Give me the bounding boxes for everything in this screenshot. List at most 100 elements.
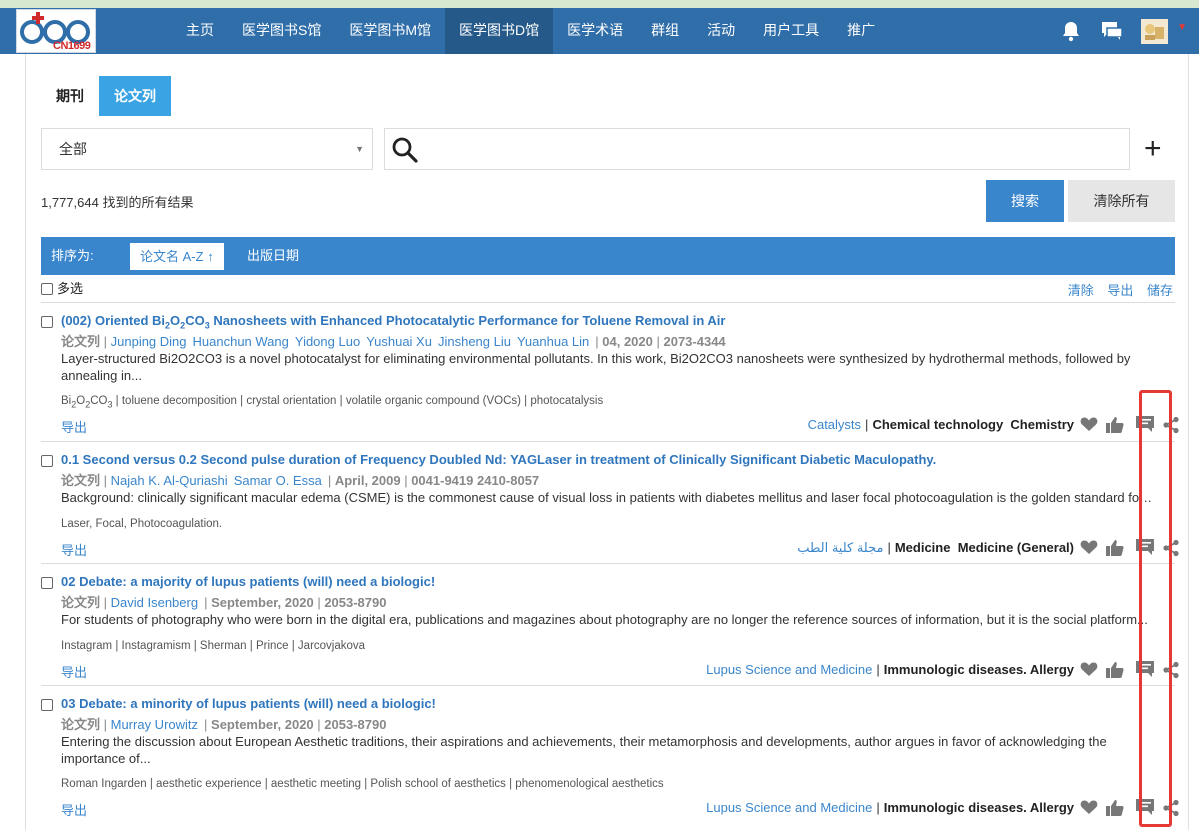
result-checkbox[interactable] (41, 699, 53, 711)
save-selection-link[interactable]: 储存 (1147, 283, 1173, 298)
subject-categories[interactable]: Immunologic diseases. Allergy (884, 800, 1074, 815)
journal-link[interactable]: مجلة كلية الطب (797, 540, 883, 555)
main-nav: 主页 医学图书S馆 医学图书M馆 医学图书D馆 医学术语 群组 活动 用户工具 推广 (172, 8, 889, 54)
like-icon[interactable] (1106, 539, 1124, 562)
author-link[interactable]: Yushuai Xu (366, 334, 432, 349)
like-icon[interactable] (1106, 416, 1124, 439)
result-title[interactable]: 0.1 Second versus 0.2 Second pulse durat… (61, 452, 936, 467)
result-type: 论文列 (61, 717, 101, 732)
sort-by-title-option[interactable]: 论文名 A-Z ↑ (130, 243, 224, 270)
sort-label: 排序为: (51, 248, 94, 263)
nav-item[interactable]: 医学图书S馆 (228, 8, 335, 54)
bell-icon[interactable] (1061, 20, 1081, 47)
tab-articles[interactable]: 论文列 (99, 76, 171, 116)
multi-select-checkbox[interactable] (41, 283, 53, 295)
subject-categories[interactable]: Chemical technology Chemistry (872, 417, 1074, 432)
author-link[interactable]: Junping Ding (111, 334, 187, 349)
nav-item[interactable]: 主页 (172, 8, 228, 54)
result-meta: 论文列 | Najah K. Al-Quriashi Samar O. Essa |… (61, 473, 540, 488)
clear-selection-link[interactable]: 清除 (1068, 283, 1094, 298)
result-categories: Lupus Science and Medicine | Immunologic d… (706, 662, 1074, 677)
messages-icon[interactable] (1101, 20, 1123, 47)
result-checkbox[interactable] (41, 455, 53, 467)
nav-item[interactable]: 医学图书D馆 (445, 8, 554, 54)
nav-item[interactable]: 群组 (637, 8, 693, 54)
separator: | (887, 540, 891, 555)
result-checkbox[interactable] (41, 577, 53, 589)
highlight-box (1139, 390, 1172, 827)
author-link[interactable]: Murray Urowitz (111, 717, 198, 732)
result-item: 02 Debate: a majority of lupus patients … (41, 564, 1179, 686)
export-link[interactable]: 导出 (61, 540, 87, 559)
result-issn: 0041-9419 2410-8057 (411, 473, 540, 488)
result-abstract: Layer-structured Bi2O2CO3 is a novel pho… (61, 351, 1131, 383)
sort-by-date-option[interactable]: 出版日期 (247, 237, 299, 275)
category-select-value: 全部 (59, 141, 87, 157)
result-divider (41, 441, 1175, 442)
subject-categories[interactable]: Immunologic diseases. Allergy (884, 662, 1074, 677)
journal-link[interactable]: Lupus Science and Medicine (706, 800, 872, 815)
result-keywords: Instagram | Instagramism | Sherman | Pri… (61, 640, 366, 652)
author-link[interactable]: Jinsheng Liu (438, 334, 511, 349)
nav-item[interactable]: 医学术语 (553, 8, 637, 54)
journal-link[interactable]: Catalysts (808, 417, 861, 432)
sort-bar: 排序为: 论文名 A-Z ↑ 出版日期 (41, 237, 1175, 275)
nav-item[interactable]: 活动 (693, 8, 749, 54)
content-tabs: 期刊 论文列 (41, 76, 171, 116)
search-input[interactable] (384, 128, 1130, 170)
logo-text: CN1699 (53, 40, 91, 52)
result-type: 论文列 (61, 473, 101, 488)
result-item: 03 Debate: a minority of lupus patients … (41, 686, 1179, 825)
result-issn: 2053-8790 (324, 717, 387, 732)
export-link[interactable]: 导出 (61, 800, 87, 819)
result-issn: 2073-4344 (663, 334, 726, 349)
top-strip (0, 0, 1199, 8)
add-filter-button[interactable]: + (1144, 134, 1162, 164)
author-link[interactable]: Huanchun Wang (193, 334, 289, 349)
search-button[interactable]: 搜索 (986, 180, 1064, 222)
nav-item[interactable]: 用户工具 (749, 8, 833, 54)
site-logo[interactable]: CN1699 (16, 9, 96, 53)
category-select[interactable]: 全部 ▼ (41, 128, 373, 170)
export-link[interactable]: 导出 (61, 662, 87, 681)
like-icon[interactable] (1106, 661, 1124, 684)
result-keywords: Bi2O2CO3 | toluene decomposition | cryst… (61, 395, 604, 410)
user-avatar[interactable] (1141, 19, 1168, 49)
author-link[interactable]: Najah K. Al-Quriashi (111, 473, 228, 488)
subject-categories[interactable]: Medicine Medicine (General) (895, 540, 1074, 555)
result-title[interactable]: 03 Debate: a minority of lupus patients … (61, 696, 436, 711)
export-selection-link[interactable]: 导出 (1107, 283, 1133, 298)
result-divider (41, 563, 1175, 564)
separator: | (876, 800, 880, 815)
result-keywords: Laser, Focal, Photocoagulation. (61, 518, 223, 530)
results-count: 1,777,644 找到的所有结果 (41, 195, 194, 210)
favorite-icon[interactable] (1080, 539, 1098, 560)
favorite-icon[interactable] (1080, 416, 1098, 437)
journal-link[interactable]: Lupus Science and Medicine (706, 662, 872, 677)
result-meta: 论文列 | Murray Urowitz | September, 2020 | … (61, 717, 387, 732)
favorite-icon[interactable] (1080, 661, 1098, 682)
author-link[interactable]: Yidong Luo (295, 334, 360, 349)
nav-item[interactable]: 推广 (833, 8, 889, 54)
result-checkbox[interactable] (41, 316, 53, 328)
result-title[interactable]: 02 Debate: a majority of lupus patients … (61, 574, 435, 589)
favorite-icon[interactable] (1080, 799, 1098, 820)
tab-journals[interactable]: 期刊 (41, 76, 99, 116)
result-abstract: For students of photography who were bor… (61, 612, 1148, 627)
arrow-up-icon: ↑ (207, 249, 214, 264)
result-type: 论文列 (61, 334, 101, 349)
result-title[interactable]: (002) Oriented Bi2O2CO3 Nanosheets with … (61, 313, 725, 331)
chevron-down-icon[interactable]: ▼ (1177, 22, 1187, 33)
export-link[interactable]: 导出 (61, 417, 87, 436)
nav-item[interactable]: 医学图书M馆 (335, 8, 445, 54)
search-icon (392, 137, 418, 163)
result-abstract: Background: clinically significant macul… (61, 490, 1153, 505)
author-link[interactable]: Yuanhua Lin (517, 334, 589, 349)
multi-select[interactable]: 多选 (41, 281, 83, 297)
clear-all-button[interactable]: 清除所有 (1068, 180, 1175, 222)
author-link[interactable]: David Isenberg (111, 595, 198, 610)
author-link[interactable]: Samar O. Essa (234, 473, 322, 488)
result-item: (002) Oriented Bi2O2CO3 Nanosheets with … (41, 303, 1179, 442)
result-meta: 论文列 | Junping Ding Huanchun Wang Yidong Lu… (61, 334, 726, 349)
like-icon[interactable] (1106, 799, 1124, 822)
